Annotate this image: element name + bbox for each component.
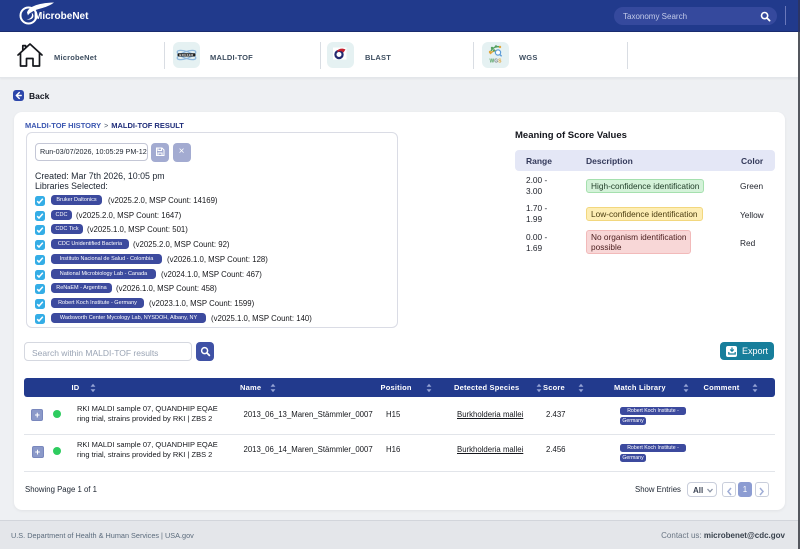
svg-text:WGS: WGS (490, 59, 503, 65)
svg-text:BRUKER: BRUKER (179, 53, 193, 57)
